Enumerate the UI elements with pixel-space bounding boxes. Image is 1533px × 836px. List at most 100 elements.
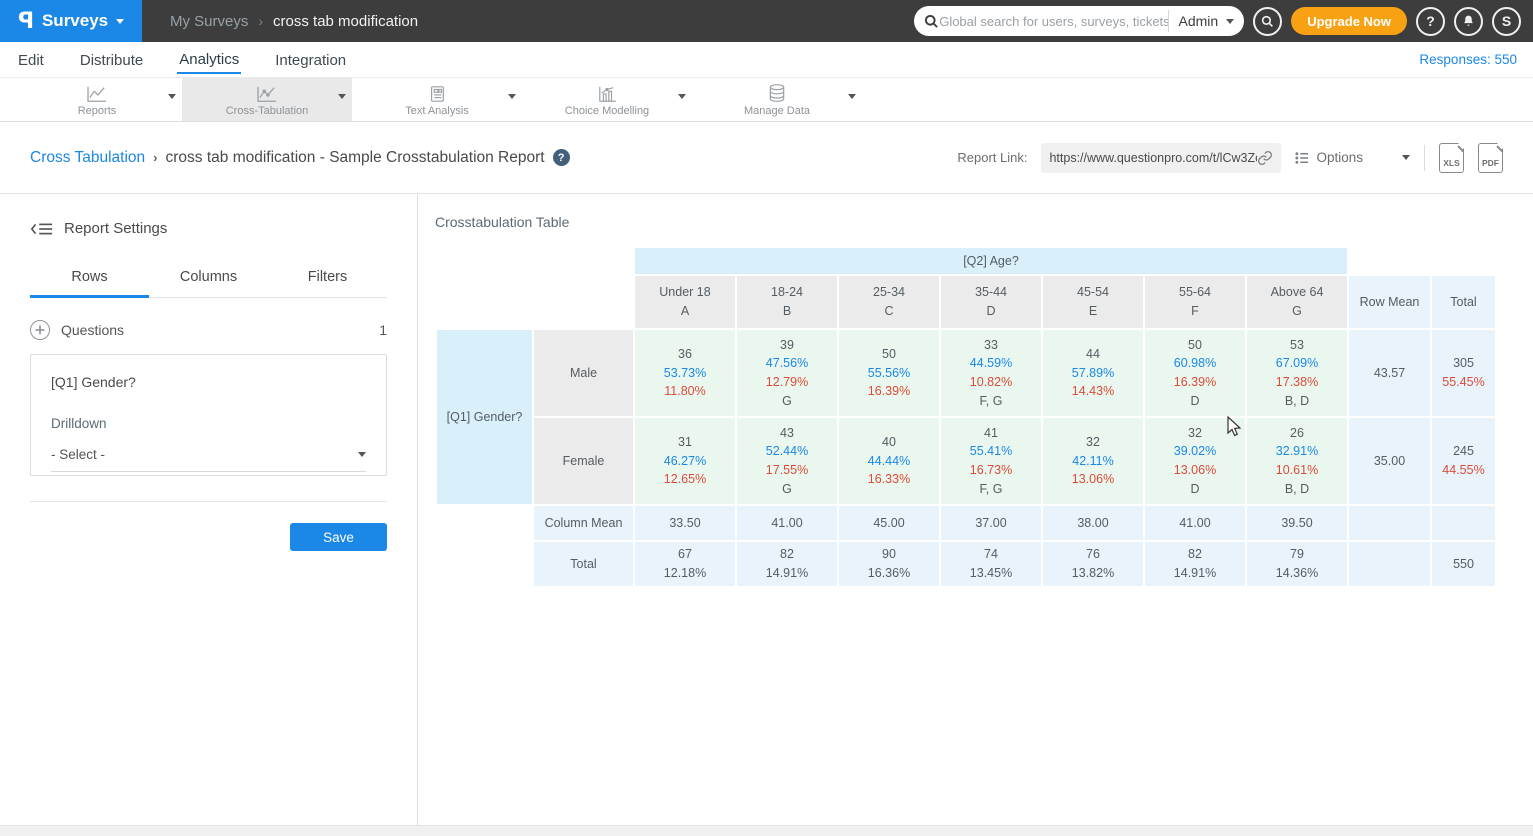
global-search-input[interactable] bbox=[939, 14, 1167, 29]
total-cell: 6712.18% bbox=[635, 542, 735, 586]
export-pdf-button[interactable]: PDF bbox=[1478, 143, 1503, 173]
table-row-male: [Q1] Gender? Male 3653.73%11.80% 3947.56… bbox=[437, 330, 1495, 416]
subnav-text-analysis[interactable]: Text Analysis bbox=[352, 78, 522, 121]
breadcrumb-separator: › bbox=[258, 13, 263, 29]
tab-edit[interactable]: Edit bbox=[16, 46, 46, 73]
column-letter: F bbox=[1145, 302, 1245, 321]
line-chart-icon bbox=[256, 83, 278, 103]
admin-scope-dropdown[interactable]: Admin bbox=[1168, 10, 1235, 32]
cell-count: 32 bbox=[1043, 433, 1143, 452]
column-label: Above 64 bbox=[1247, 283, 1347, 302]
cell-significance: F, G bbox=[941, 392, 1041, 411]
cell-total-pct: 16.33% bbox=[839, 470, 939, 489]
breadcrumb-my-surveys[interactable]: My Surveys bbox=[170, 13, 248, 30]
avatar-initial: S bbox=[1502, 13, 1511, 29]
row-group-header: [Q1] Gender? bbox=[437, 330, 532, 504]
cell-col-pct: 57.89% bbox=[1043, 364, 1143, 383]
chevron-down-icon[interactable] bbox=[338, 94, 346, 99]
table-row-column-mean: Column Mean 33.50 41.00 45.00 37.00 38.0… bbox=[437, 506, 1495, 540]
chevron-down-icon[interactable] bbox=[848, 94, 856, 99]
table-row-female: Female 3146.27%12.65% 4352.44%17.55%G 40… bbox=[437, 418, 1495, 504]
column-header: 25-34C bbox=[839, 276, 939, 328]
spacer-cell bbox=[1349, 248, 1495, 274]
save-button[interactable]: Save bbox=[290, 523, 387, 551]
surveys-product-label: Surveys bbox=[42, 11, 108, 31]
column-header: Under 18A bbox=[635, 276, 735, 328]
notifications-button[interactable] bbox=[1454, 7, 1483, 36]
total-cell: 9016.36% bbox=[839, 542, 939, 586]
cell-pct: 13.82% bbox=[1043, 564, 1143, 583]
column-mean-cell: 41.00 bbox=[1145, 506, 1245, 540]
subnav-label: Text Analysis bbox=[405, 105, 469, 117]
help-icon: ? bbox=[1426, 13, 1435, 29]
export-xls-button[interactable]: XLS bbox=[1439, 143, 1464, 173]
total-cell: 7413.45% bbox=[941, 542, 1041, 586]
total-header: Total bbox=[1432, 276, 1495, 328]
chevron-down-icon[interactable] bbox=[168, 94, 176, 99]
total-cell: 7914.36% bbox=[1247, 542, 1347, 586]
report-actions: Report Link: Options XLS PDF bbox=[957, 143, 1503, 173]
topbar-breadcrumb: My Surveys › cross tab modification bbox=[170, 13, 418, 30]
chevron-down-icon bbox=[1226, 19, 1234, 24]
column-header: Above 64G bbox=[1247, 276, 1347, 328]
global-search: Admin bbox=[914, 6, 1244, 36]
crosstab-cell: 3947.56%12.79%G bbox=[737, 330, 837, 416]
help-button[interactable]: ? bbox=[1416, 7, 1445, 36]
cell-count: 39 bbox=[737, 336, 837, 355]
tab-integration[interactable]: Integration bbox=[273, 46, 348, 73]
cell-count: 26 bbox=[1247, 424, 1347, 443]
subnav-cross-tabulation[interactable]: Cross-Tabulation bbox=[182, 78, 352, 121]
options-dropdown[interactable]: Options bbox=[1295, 150, 1410, 165]
column-letter: D bbox=[941, 302, 1041, 321]
tab-filters[interactable]: Filters bbox=[268, 261, 387, 297]
cell-pct: 14.36% bbox=[1247, 564, 1347, 583]
total-cell: 7613.82% bbox=[1043, 542, 1143, 586]
crosstab-cell: 2632.91%10.61%B, D bbox=[1247, 418, 1347, 504]
column-header: 45-54E bbox=[1043, 276, 1143, 328]
cell-count: 33 bbox=[941, 336, 1041, 355]
subnav-choice-modelling[interactable]: Choice Modelling bbox=[522, 78, 692, 121]
user-avatar[interactable]: S bbox=[1492, 7, 1521, 36]
cell-pct: 12.18% bbox=[635, 564, 735, 583]
help-icon[interactable]: ? bbox=[553, 149, 570, 166]
upgrade-now-button[interactable]: Upgrade Now bbox=[1291, 7, 1407, 35]
report-link-field bbox=[1041, 143, 1281, 173]
cell-count: 41 bbox=[941, 424, 1041, 443]
search-submit-button[interactable] bbox=[1253, 7, 1282, 36]
collapse-panel-icon[interactable] bbox=[30, 221, 54, 237]
chevron-down-icon bbox=[358, 452, 366, 457]
questions-section-header[interactable]: Questions 1 bbox=[30, 320, 387, 340]
crosstab-cell: 3344.59%10.82%F, G bbox=[941, 330, 1041, 416]
link-icon[interactable] bbox=[1257, 150, 1273, 166]
bell-icon bbox=[1462, 14, 1475, 28]
empty-cell bbox=[1432, 506, 1495, 540]
chevron-down-icon[interactable] bbox=[508, 94, 516, 99]
cell-total-pct: 16.39% bbox=[839, 382, 939, 401]
column-label: 18-24 bbox=[737, 283, 837, 302]
report-link-input[interactable] bbox=[1049, 151, 1257, 165]
tab-distribute[interactable]: Distribute bbox=[78, 46, 145, 73]
cell-count: 305 bbox=[1432, 354, 1495, 373]
tab-analytics[interactable]: Analytics bbox=[177, 45, 241, 74]
subnav-manage-data[interactable]: Manage Data bbox=[692, 78, 862, 121]
add-question-icon[interactable] bbox=[30, 320, 50, 340]
cell-count: 82 bbox=[1145, 545, 1245, 564]
subnav-reports[interactable]: Reports bbox=[12, 78, 182, 121]
cell-total-pct: 17.38% bbox=[1247, 373, 1347, 392]
cell-count: 50 bbox=[839, 345, 939, 364]
cell-count: 50 bbox=[1145, 336, 1245, 355]
subnav-label: Choice Modelling bbox=[565, 105, 649, 117]
crosstab-cell: 3653.73%11.80% bbox=[635, 330, 735, 416]
tab-rows[interactable]: Rows bbox=[30, 261, 149, 298]
list-options-icon bbox=[1295, 152, 1309, 164]
cell-total-pct: 10.82% bbox=[941, 373, 1041, 392]
drilldown-select[interactable]: - Select - bbox=[51, 447, 366, 472]
cell-count: 82 bbox=[737, 545, 837, 564]
cell-count: 31 bbox=[635, 433, 735, 452]
cross-tabulation-link[interactable]: Cross Tabulation bbox=[30, 149, 145, 167]
column-mean-label: Column Mean bbox=[534, 506, 633, 540]
questionpro-surveys-logo[interactable]: P Surveys bbox=[0, 0, 142, 42]
xls-icon: XLS bbox=[1440, 158, 1463, 168]
chevron-down-icon[interactable] bbox=[678, 94, 686, 99]
tab-columns[interactable]: Columns bbox=[149, 261, 268, 297]
